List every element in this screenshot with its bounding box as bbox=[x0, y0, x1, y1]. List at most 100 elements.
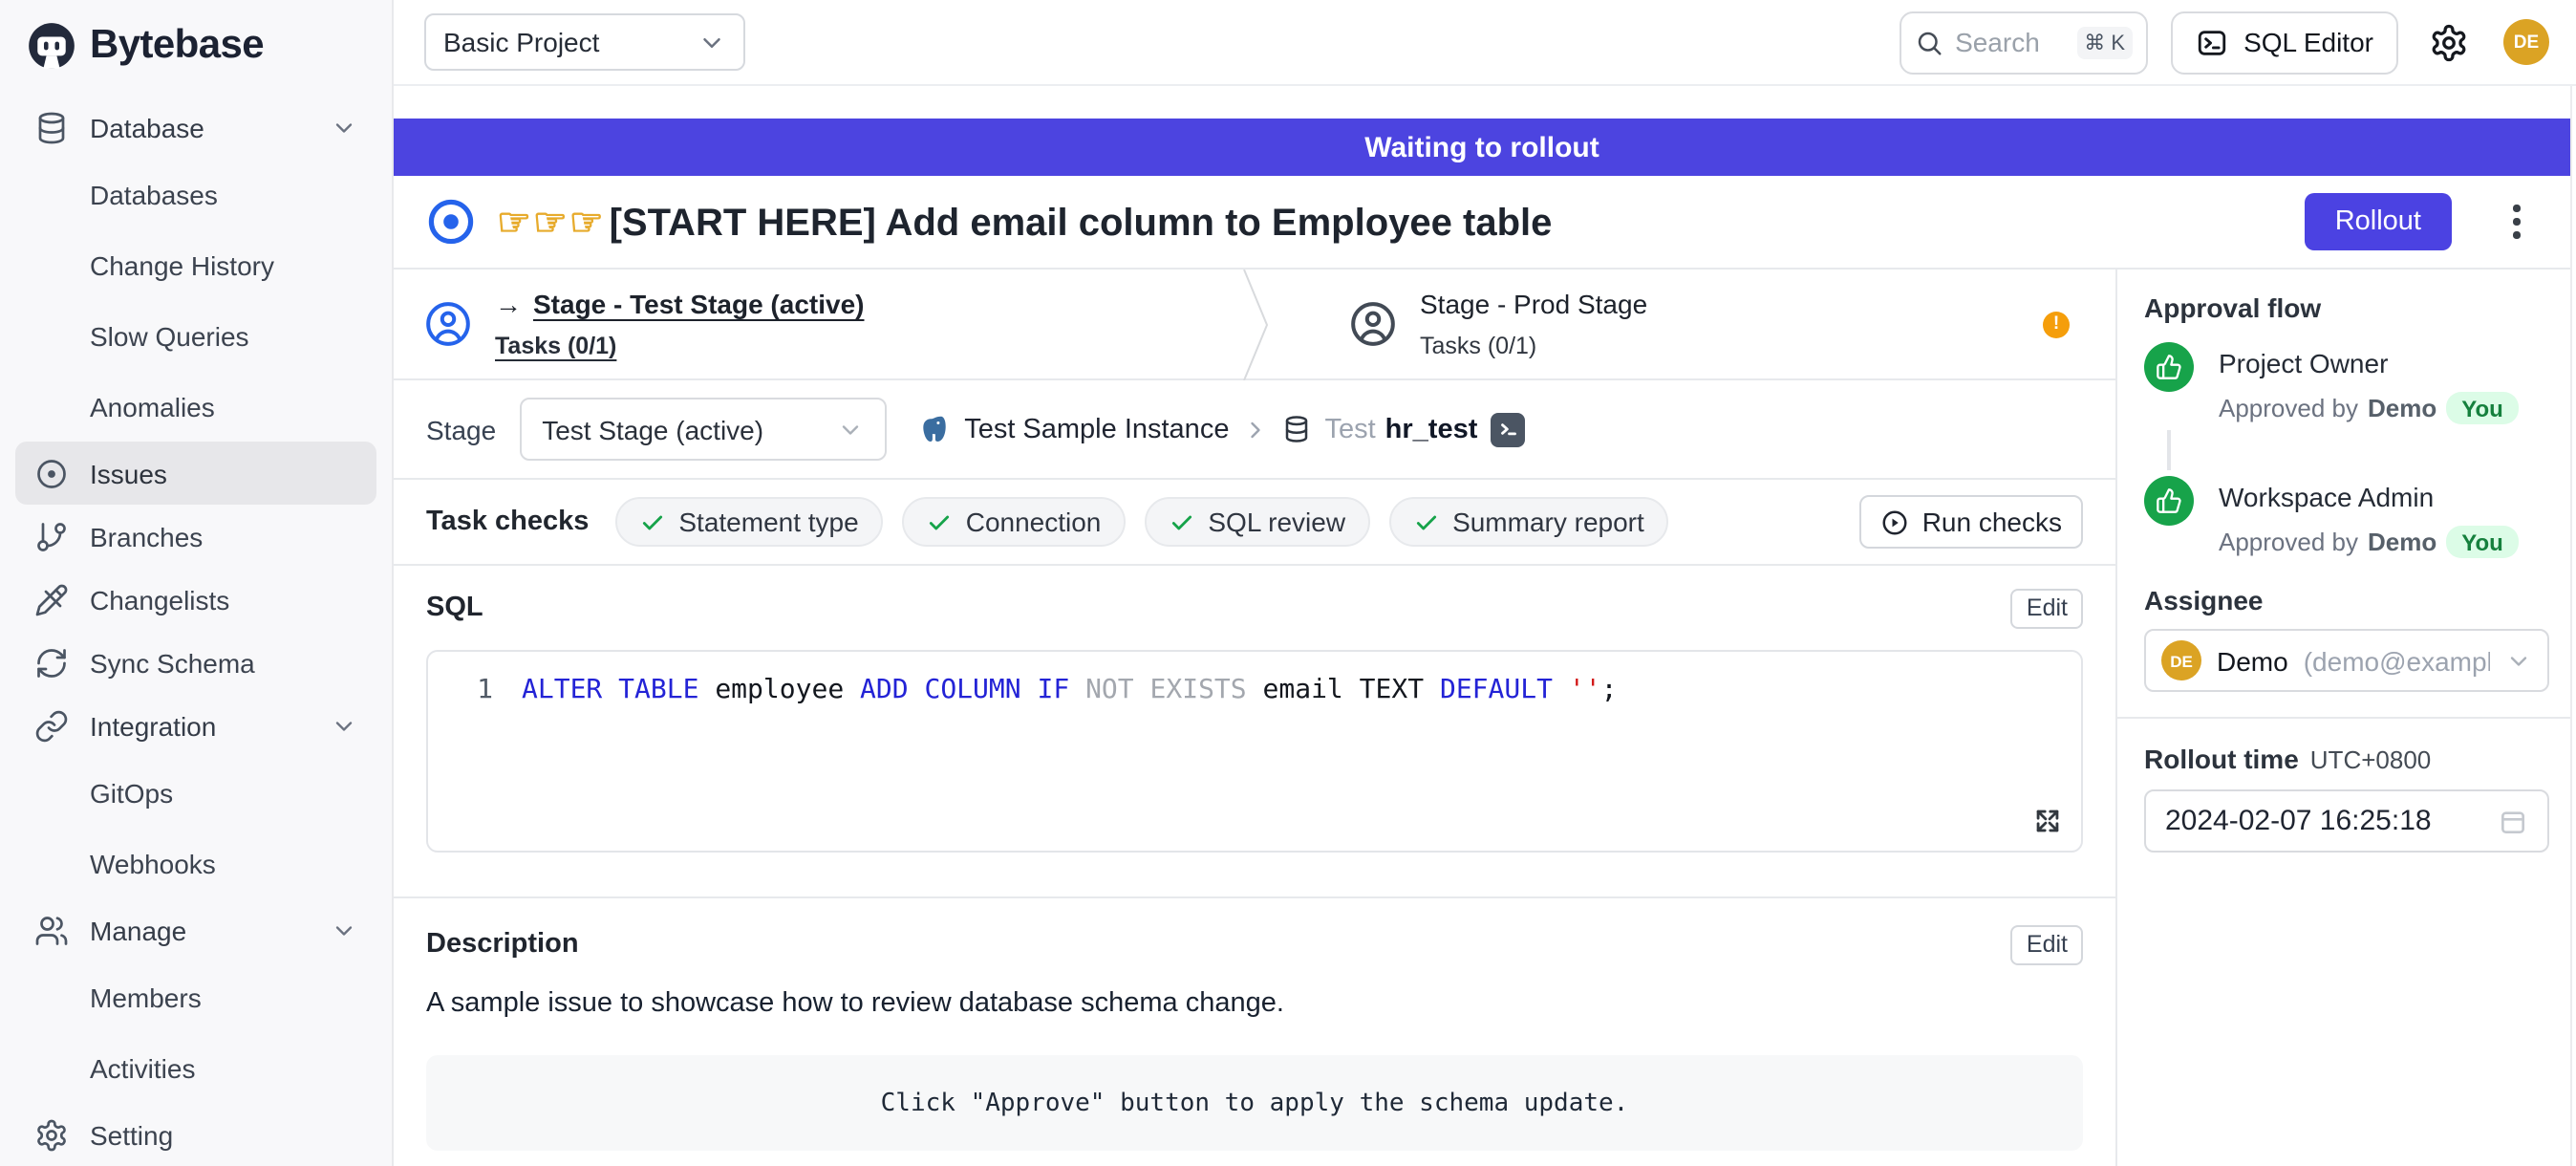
chevron-down-icon bbox=[836, 416, 863, 443]
sql-edit-button[interactable]: Edit bbox=[2011, 588, 2083, 628]
calendar-icon[interactable] bbox=[2498, 806, 2528, 836]
approval-status: Approved by Demo You bbox=[2219, 392, 2519, 424]
search-input[interactable]: Search ⌘ K bbox=[1900, 11, 2148, 74]
check-pass-icon bbox=[640, 509, 665, 534]
check-pill-label: Summary report bbox=[1452, 507, 1644, 537]
stage-person-icon bbox=[1349, 300, 1397, 348]
sidebar-item-webhooks[interactable]: Webhooks bbox=[15, 828, 376, 898]
sidebar-item-sync-schema[interactable]: Sync Schema bbox=[15, 631, 376, 694]
sidebar-item-anomalies[interactable]: Anomalies bbox=[15, 371, 376, 442]
sql-heading: SQL bbox=[426, 593, 483, 623]
stage-tab-prod[interactable]: Stage - Prod Stage Tasks (0/1) ! bbox=[1273, 270, 2115, 378]
description-edit-button[interactable]: Edit bbox=[2011, 924, 2083, 964]
chevron-down-icon bbox=[331, 114, 357, 140]
approval-flow-heading: Approval flow bbox=[2144, 292, 2549, 323]
rollout-button[interactable]: Rollout bbox=[2305, 193, 2452, 250]
sidebar-item-activities[interactable]: Activities bbox=[15, 1032, 376, 1103]
sidebar-item-branches[interactable]: Branches bbox=[15, 505, 376, 568]
sql-statement: ALTER TABLE employee ADD COLUMN IF NOT E… bbox=[522, 675, 1617, 705]
sidebar-item-setting[interactable]: Setting bbox=[15, 1103, 376, 1166]
sql-editor-button[interactable]: SQL Editor bbox=[2171, 11, 2398, 74]
instance-name-link[interactable]: Test Sample Instance bbox=[964, 414, 1229, 444]
gear-icon bbox=[34, 1117, 69, 1152]
open-sql-editor-icon[interactable] bbox=[1491, 412, 1525, 446]
rollout-time-value: 2024-02-07 16:25:18 bbox=[2165, 805, 2432, 837]
brand-logo[interactable]: Bytebase bbox=[0, 0, 392, 92]
description-note: Click "Approve" button to apply the sche… bbox=[426, 1055, 2083, 1151]
search-icon bbox=[1915, 28, 1943, 56]
sidebar-item-gitops[interactable]: GitOps bbox=[15, 757, 376, 828]
you-badge: You bbox=[2446, 526, 2519, 558]
stage-tab-texts: →Stage - Test Stage (active) Tasks (0/1) bbox=[495, 289, 865, 359]
stage-tab-divider bbox=[1242, 270, 1273, 380]
approved-thumbs-up-icon bbox=[2144, 476, 2194, 526]
check-pill-sql-review[interactable]: SQL review bbox=[1145, 497, 1370, 547]
sidebar-item-manage[interactable]: Manage bbox=[15, 898, 376, 961]
scrollbar[interactable] bbox=[2570, 86, 2576, 1166]
sidebar-item-members[interactable]: Members bbox=[15, 961, 376, 1032]
user-avatar[interactable]: DE bbox=[2503, 19, 2549, 65]
sidebar-item-changelists[interactable]: Changelists bbox=[15, 568, 376, 631]
rollout-time-input[interactable]: 2024-02-07 16:25:18 bbox=[2144, 789, 2549, 853]
assignee-select[interactable]: DE Demo (demo@example bbox=[2144, 629, 2549, 692]
check-pill-label: SQL review bbox=[1208, 507, 1345, 537]
settings-gear-icon[interactable] bbox=[2429, 22, 2469, 62]
stage-tabs: →Stage - Test Stage (active) Tasks (0/1)… bbox=[394, 270, 2115, 380]
stage-selector-row: Stage Test Stage (active) Test Sample In… bbox=[394, 380, 2115, 480]
database-name-link[interactable]: hr_test bbox=[1385, 414, 1478, 444]
check-pill-summary-report[interactable]: Summary report bbox=[1389, 497, 1669, 547]
line-number: 1 bbox=[428, 675, 493, 705]
kebab-menu-icon[interactable] bbox=[2500, 205, 2534, 239]
rollout-time-heading: Rollout time bbox=[2144, 744, 2299, 774]
environment-label: Test bbox=[1324, 414, 1375, 444]
approved-thumbs-up-icon bbox=[2144, 342, 2194, 392]
stage-person-icon bbox=[424, 300, 472, 348]
approval-status: Approved by Demo You bbox=[2219, 526, 2519, 558]
sidebar-item-label: Issues bbox=[90, 458, 167, 488]
sidebar-item-label: Databases bbox=[90, 179, 218, 209]
approval-role: Workspace Admin bbox=[2219, 476, 2519, 512]
check-pill-statement-type[interactable]: Statement type bbox=[615, 497, 883, 547]
description-section: Description Edit A sample issue to showc… bbox=[394, 896, 2115, 1151]
sidebar-item-change-history[interactable]: Change History bbox=[15, 229, 376, 300]
sidebar-item-label: Activities bbox=[90, 1052, 195, 1083]
issue-open-icon bbox=[426, 197, 476, 247]
check-pass-icon bbox=[1170, 509, 1194, 534]
sidebar-item-issues[interactable]: Issues bbox=[15, 442, 376, 505]
project-selector[interactable]: Basic Project bbox=[424, 13, 745, 71]
sql-code-line: 1 ALTER TABLE employee ADD COLUMN IF NOT… bbox=[428, 675, 2081, 705]
sidebar-item-label: Slow Queries bbox=[90, 320, 249, 351]
sidebar-item-label: Members bbox=[90, 982, 202, 1012]
panel-divider bbox=[2117, 717, 2576, 719]
sync-icon bbox=[34, 645, 69, 680]
sql-code-editor[interactable]: 1 ALTER TABLE employee ADD COLUMN IF NOT… bbox=[426, 650, 2083, 853]
issues-icon bbox=[34, 456, 69, 490]
stage-tab-test[interactable]: →Stage - Test Stage (active) Tasks (0/1) bbox=[394, 270, 1242, 378]
you-badge: You bbox=[2446, 392, 2519, 424]
stage-tab-tasks: Tasks (0/1) bbox=[1420, 333, 1647, 359]
warning-badge: ! bbox=[2043, 311, 2070, 337]
assignee-email: (demo@example bbox=[2304, 645, 2490, 676]
check-pass-icon bbox=[928, 509, 953, 534]
sidebar-item-label: Manage bbox=[90, 915, 186, 945]
brand-name: Bytebase bbox=[90, 23, 264, 69]
task-checks-row: Task checks Statement type Connection SQ… bbox=[394, 480, 2115, 566]
sidebar-item-database[interactable]: Database bbox=[15, 96, 376, 159]
sidebar-item-integration[interactable]: Integration bbox=[15, 694, 376, 757]
stage-select[interactable]: Test Stage (active) bbox=[519, 398, 886, 461]
database-icon bbox=[34, 110, 69, 144]
check-pill-connection[interactable]: Connection bbox=[903, 497, 1127, 547]
assignee-name: Demo bbox=[2217, 645, 2288, 676]
assignee-avatar: DE bbox=[2161, 640, 2201, 680]
run-checks-button[interactable]: Run checks bbox=[1859, 495, 2083, 549]
stage-label: Stage bbox=[426, 414, 496, 444]
status-banner-text: Waiting to rollout bbox=[1364, 131, 1599, 163]
sidebar-item-slow-queries[interactable]: Slow Queries bbox=[15, 300, 376, 371]
sidebar-item-label: Changelists bbox=[90, 584, 229, 615]
expand-editor-icon[interactable] bbox=[2031, 805, 2064, 837]
sidebar-item-databases[interactable]: Databases bbox=[15, 159, 376, 229]
changelist-icon bbox=[34, 582, 69, 616]
play-circle-icon bbox=[1880, 507, 1909, 536]
sql-section: SQL Edit 1 ALTER TABLE employee ADD COLU… bbox=[394, 566, 2115, 853]
stage-tab-name: Stage - Test Stage (active) bbox=[533, 289, 865, 319]
